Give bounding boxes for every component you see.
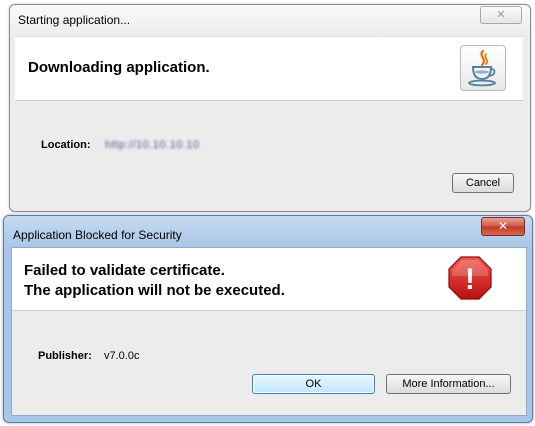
java-logo-icon bbox=[460, 45, 506, 91]
security-window-title: Application Blocked for Security bbox=[13, 228, 182, 242]
security-blocked-window: Application Blocked for Security ✕ Faile… bbox=[3, 215, 533, 423]
ok-button[interactable]: OK bbox=[252, 374, 375, 394]
close-icon: ✕ bbox=[496, 9, 506, 21]
security-window-close-button[interactable]: ✕ bbox=[481, 217, 525, 236]
security-heading-line1: Failed to validate certificate. bbox=[24, 262, 225, 279]
download-body-panel: Location: http://10.10.10.10 Cancel bbox=[15, 100, 523, 204]
security-window-titlebar[interactable]: Application Blocked for Security ✕ bbox=[4, 216, 532, 246]
cancel-button[interactable]: Cancel bbox=[452, 173, 514, 193]
download-window-title: Starting application... bbox=[18, 13, 131, 27]
download-heading: Downloading application. bbox=[28, 59, 210, 76]
screen: Starting application... ✕ Downloading ap… bbox=[0, 0, 535, 426]
publisher-label: Publisher: bbox=[38, 350, 92, 362]
location-label: Location: bbox=[41, 139, 91, 151]
security-header-panel: Failed to validate certificate. The appl… bbox=[12, 248, 526, 311]
download-window-close-button[interactable]: ✕ bbox=[480, 6, 522, 24]
warning-stop-icon: ! bbox=[446, 254, 494, 302]
download-header-panel: Downloading application. bbox=[15, 36, 523, 101]
security-heading-line2: The application will not be executed. bbox=[24, 282, 285, 299]
more-information-button[interactable]: More Information... bbox=[386, 374, 511, 394]
close-icon: ✕ bbox=[497, 219, 509, 233]
download-progress-window: Starting application... ✕ Downloading ap… bbox=[9, 4, 531, 212]
publisher-value: v7.0.0c bbox=[104, 350, 140, 362]
security-heading: Failed to validate certificate. The appl… bbox=[24, 261, 285, 301]
security-dialog-content: Failed to validate certificate. The appl… bbox=[11, 247, 527, 416]
location-value: http://10.10.10.10 bbox=[105, 139, 200, 151]
warning-exclamation: ! bbox=[465, 263, 475, 296]
download-window-titlebar[interactable]: Starting application... ✕ bbox=[10, 5, 530, 35]
